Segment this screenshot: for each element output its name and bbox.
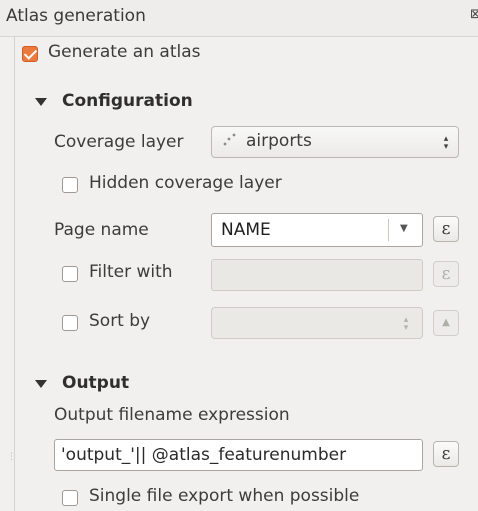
combo-spinner-icon: ▴ ▾ [443, 134, 449, 152]
configuration-title[interactable]: Configuration [62, 91, 193, 111]
field-separator [388, 219, 389, 241]
generate-atlas-label[interactable]: Generate an atlas [48, 42, 200, 62]
filter-with-checkbox[interactable] [62, 266, 78, 282]
output-filename-label: Output filename expression [54, 405, 290, 425]
output-filename-value: 'output_'|| @atlas_featurenumber [61, 445, 347, 465]
panel-title: Atlas generation [6, 6, 146, 26]
collapse-configuration-icon[interactable] [35, 98, 47, 106]
page-name-field[interactable]: NAME ▼ [211, 213, 423, 247]
filter-expression-field[interactable] [211, 259, 423, 291]
coverage-layer-value: airports [246, 131, 312, 151]
filter-expression-button[interactable]: ε [433, 261, 459, 287]
sort-by-checkbox[interactable] [62, 315, 78, 331]
single-file-export-checkbox[interactable] [62, 490, 78, 506]
point-layer-icon [222, 132, 236, 146]
generate-atlas-checkbox[interactable] [22, 46, 38, 62]
page-name-value: NAME [221, 220, 271, 240]
output-filename-expression-button[interactable]: ε [433, 441, 459, 467]
sort-by-combo[interactable]: ▴ ▾ [211, 307, 423, 339]
sort-order-button[interactable]: ▲ [433, 310, 459, 336]
coverage-layer-label: Coverage layer [54, 132, 184, 152]
page-name-expression-button[interactable]: ε [433, 216, 459, 242]
combo-spinner-icon: ▴ ▾ [403, 315, 409, 333]
splitter-handle-icon[interactable]: ⋮ [7, 452, 16, 462]
single-file-export-label[interactable]: Single file export when possible [89, 486, 359, 506]
sort-by-label[interactable]: Sort by [89, 311, 150, 331]
float-panel-icon[interactable]: ⊠ [470, 8, 478, 22]
panel-header: Atlas generation ⊠ [0, 0, 478, 37]
page-name-label: Page name [54, 220, 149, 240]
hidden-coverage-checkbox[interactable] [62, 177, 78, 193]
coverage-layer-combo[interactable]: airports ▴ ▾ [211, 126, 459, 158]
output-filename-field[interactable]: 'output_'|| @atlas_featurenumber [54, 439, 423, 471]
chevron-down-icon[interactable]: ▼ [400, 223, 408, 234]
filter-with-label[interactable]: Filter with [89, 262, 173, 282]
collapse-output-icon[interactable] [35, 380, 47, 388]
hidden-coverage-label[interactable]: Hidden coverage layer [89, 173, 282, 193]
output-title[interactable]: Output [62, 373, 129, 393]
